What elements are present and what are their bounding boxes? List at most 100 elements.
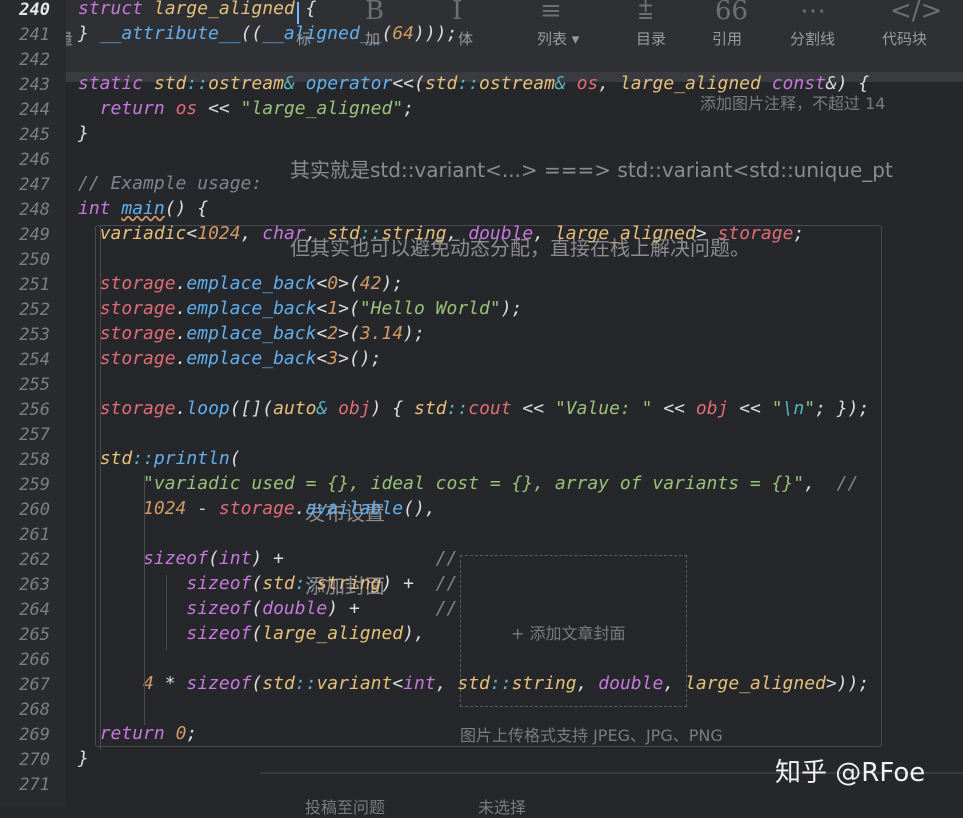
code-token: double <box>262 598 328 619</box>
code-token: std <box>457 673 490 694</box>
code-token: } <box>78 748 89 769</box>
code-token: & <box>554 73 566 94</box>
line-number: 266 <box>19 650 50 670</box>
code-token: :: <box>359 223 382 244</box>
line-number: 271 <box>19 775 50 795</box>
line-number: 245 <box>19 125 50 145</box>
code-token: storage <box>99 398 176 419</box>
code-token: sizeof <box>186 623 252 644</box>
code-token: ; <box>403 98 415 119</box>
code-token: // Example usage: <box>78 173 263 194</box>
code-token: __aligned__ <box>262 23 382 44</box>
code-line[interactable]: storage.emplace_back<0>(42); <box>78 273 404 298</box>
line-number: 252 <box>19 300 50 320</box>
code-token: std <box>153 73 187 94</box>
code-token: " <box>804 398 816 419</box>
line-number: 251 <box>19 275 50 295</box>
code-token: int <box>78 198 111 219</box>
code-line[interactable]: } <box>78 123 89 148</box>
code-token: >( <box>338 273 360 294</box>
code-token: storage <box>218 498 295 519</box>
code-token: 0 <box>175 723 187 744</box>
code-token: ( <box>251 673 263 694</box>
code-line[interactable]: sizeof(int) + // <box>78 548 457 573</box>
code-line[interactable]: storage.loop([](auto& obj) { std::cout <… <box>78 398 870 423</box>
code-token: 1024 <box>143 498 187 519</box>
code-token: std <box>414 398 447 419</box>
code-editor[interactable]: 240 241 242 243 244 245 246 247 248 249 250 251 252 2… <box>0 0 963 807</box>
code-line[interactable]: static std::ostream& operator<<(std::ost… <box>78 73 869 98</box>
line-number: 268 <box>19 700 50 720</box>
code-token: ( <box>251 573 263 594</box>
code-line[interactable]: return os << "large_aligned"; <box>78 98 414 123</box>
code-line[interactable]: storage.emplace_back<2>(3.14); <box>78 323 425 348</box>
code-token: << <box>652 398 696 419</box>
line-number: 242 <box>19 50 50 70</box>
code-token: "variadic used = {}, ideal cost = {}, ar… <box>143 473 805 494</box>
code-token: std <box>262 573 295 594</box>
code-token: __attribute__ <box>88 23 241 44</box>
code-token: std <box>327 223 360 244</box>
code-token: 3 <box>327 348 339 369</box>
code-token: < <box>316 273 328 294</box>
code-line[interactable]: sizeof(large_aligned), <box>78 623 424 648</box>
code-token: } <box>78 123 89 144</box>
code-token: "large_aligned" <box>240 98 404 119</box>
code-token: 3.14 <box>359 323 404 344</box>
code-line[interactable]: } <box>78 748 89 773</box>
code-token: < <box>186 223 198 244</box>
code-line[interactable]: sizeof(std::string) + // <box>78 573 457 598</box>
code-token: :: <box>132 448 154 469</box>
code-line[interactable]: variadic<1024, char, std::string, double… <box>78 223 805 248</box>
code-token: int <box>403 673 436 694</box>
code-token: . <box>175 398 187 419</box>
code-line[interactable]: 4 * sizeof(std::variant<int, std::string… <box>78 673 869 698</box>
code-line[interactable]: 1024 - storage.available(), <box>78 498 436 523</box>
code-token: sizeof <box>143 548 209 569</box>
code-line[interactable]: struct large_aligned { <box>78 0 316 23</box>
code-token: variant <box>316 673 393 694</box>
code-line[interactable]: "variadic used = {}, ideal cost = {}, ar… <box>78 473 858 498</box>
line-number: 250 <box>19 250 50 270</box>
code-token: (), <box>403 498 436 519</box>
code-line[interactable]: return 0; <box>78 723 198 748</box>
code-token: :: <box>457 73 480 94</box>
code-token: storage <box>99 273 176 294</box>
code-token: , <box>446 223 469 244</box>
code-token: // <box>836 473 859 494</box>
code-line[interactable]: storage.emplace_back<1>("Hello World"); <box>78 298 523 323</box>
code-token: . <box>294 498 306 519</box>
code-token: ) + <box>327 598 436 619</box>
line-number: 254 <box>19 350 50 370</box>
code-token: , <box>598 73 620 94</box>
code-token: ); <box>381 273 404 294</box>
code-line[interactable]: sizeof(double) + // <box>78 598 457 623</box>
code-token: sizeof <box>186 673 252 694</box>
line-number: 269 <box>19 725 50 745</box>
code-token: < <box>316 323 328 344</box>
code-token: & <box>316 398 339 419</box>
code-line[interactable]: int main() { <box>78 198 208 223</box>
line-number: 244 <box>19 100 50 120</box>
code-line[interactable]: // Example usage: <box>78 173 262 198</box>
line-number: 264 <box>19 600 50 620</box>
line-number: 241 <box>19 25 50 45</box>
code-line[interactable]: } __attribute__((__aligned__(64))); <box>78 23 457 48</box>
code-line[interactable]: std::println( <box>78 448 241 473</box>
code-token: variadic <box>99 223 187 244</box>
code-token: obj <box>695 398 729 419</box>
line-number: 248 <box>19 200 50 220</box>
code-token: storage <box>99 348 176 369</box>
code-token: os <box>576 73 599 94</box>
code-token: // <box>435 573 458 594</box>
line-number: 262 <box>19 550 50 570</box>
code-token: large_aligned <box>262 623 404 644</box>
code-line[interactable]: storage.emplace_back<3>(); <box>78 348 382 373</box>
code-token: emplace_back <box>186 348 317 369</box>
